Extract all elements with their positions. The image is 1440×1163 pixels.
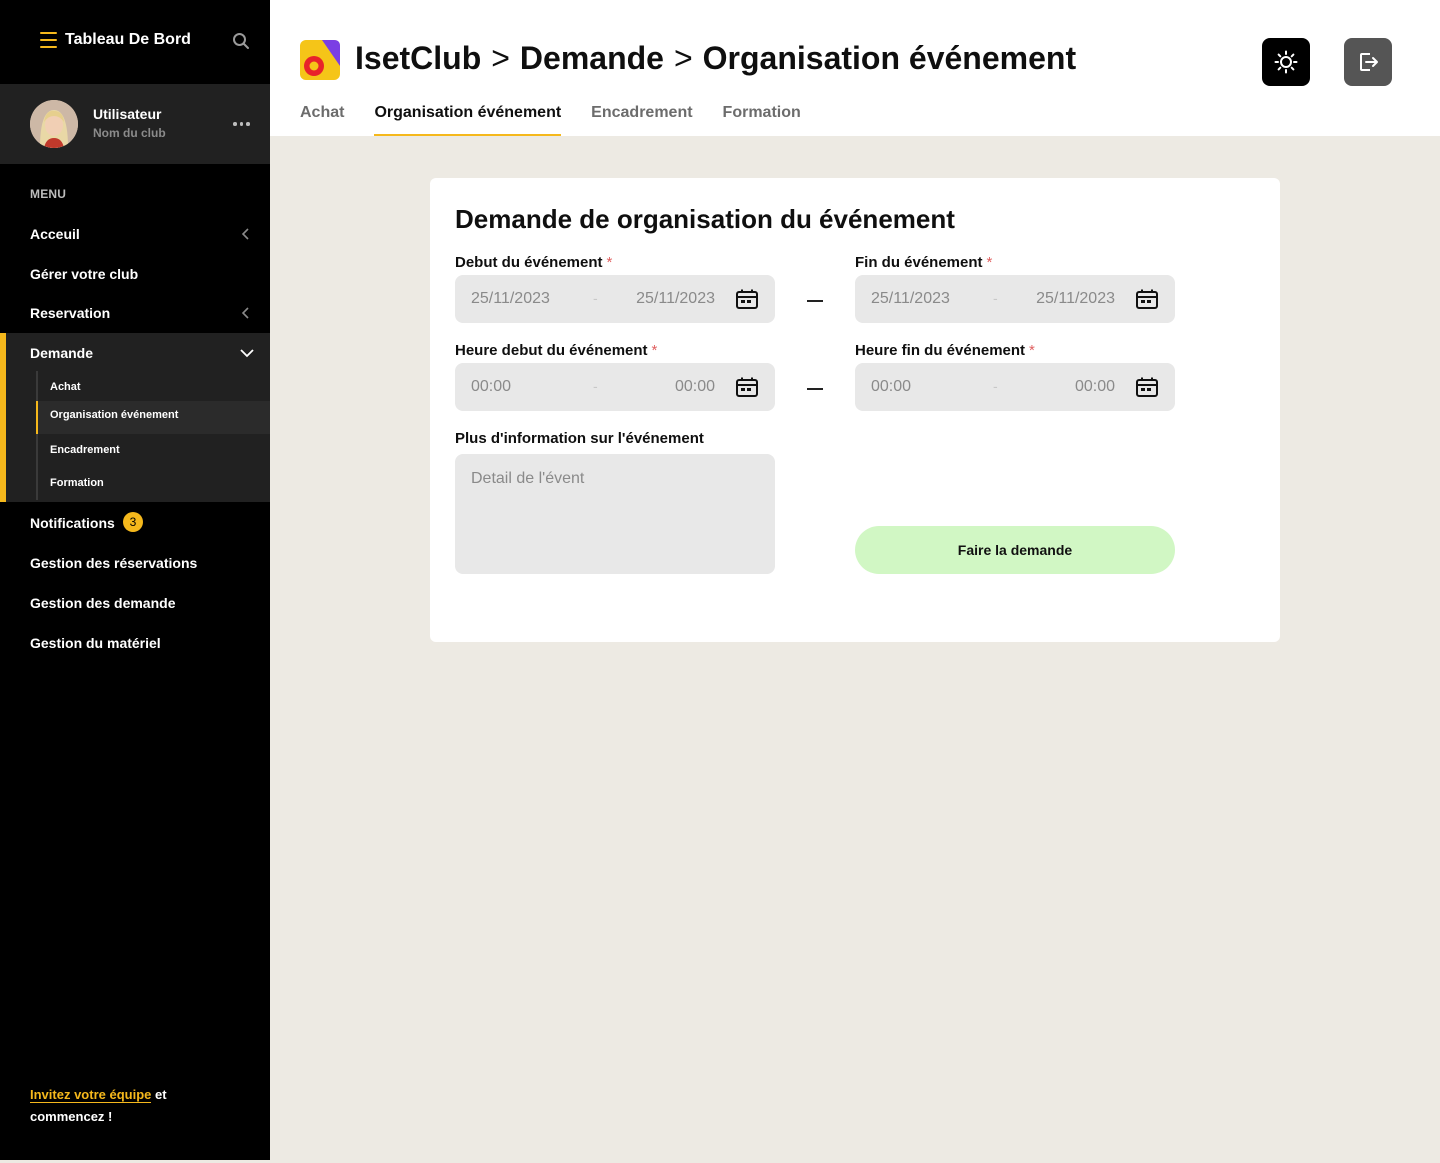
field-label-text: Fin du événement [855,254,983,271]
range-separator: - [593,378,598,394]
fin-label: Fin du événement * [855,254,992,271]
theme-toggle-button[interactable] [1262,38,1310,86]
sub-item-organisation-evenement[interactable]: Organisation événement [36,401,270,434]
app-logo-icon [300,40,340,80]
chevron-left-icon [241,307,249,319]
heure-fin-end[interactable]: 00:00 [1075,378,1115,396]
sidebar-item-gerer-club[interactable]: Gérer votre club [0,254,270,294]
hamburger-menu-icon[interactable] [40,32,57,48]
fin-date-range[interactable]: 25/11/2023 - 25/11/2023 [855,275,1175,323]
submit-request-button[interactable]: Faire la demande [855,526,1175,574]
notification-count-badge: 3 [123,512,143,532]
logout-icon [1360,53,1378,71]
info-textarea[interactable]: Detail de l'évent [455,454,775,574]
breadcrumb-separator: > [673,40,693,76]
sidebar-item-gestion-demande[interactable]: Gestion des demande [0,583,270,623]
required-mark: * [606,254,613,271]
sub-item-label: Formation [50,477,104,489]
debut-end-date[interactable]: 25/11/2023 [636,290,715,308]
tab-encadrement[interactable]: Encadrement [591,104,692,136]
breadcrumb-item[interactable]: IsetClub [355,40,481,76]
form-title: Demande de organisation du événement [455,204,955,234]
invite-team-link[interactable]: Invitez votre équipe [30,1087,152,1103]
breadcrumb-separator: > [491,40,510,76]
required-mark: * [651,342,658,359]
more-options-icon[interactable] [233,122,250,126]
calendar-icon[interactable] [736,377,758,397]
range-separator: - [993,378,998,394]
debut-label: Debut du événement * [455,254,612,271]
tab-achat[interactable]: Achat [300,104,344,136]
tab-organisation-evenement[interactable]: Organisation événement [374,104,561,136]
breadcrumb-item[interactable]: Demande [520,40,664,76]
invite-team-text: Invitez votre équipe et commencez ! [30,1084,230,1128]
sidebar: Tableau De Bord Utilisateur Nom du club … [0,0,270,1160]
sidebar-item-accueil[interactable]: Acceuil [0,214,270,254]
tab-formation[interactable]: Formation [723,104,801,136]
user-profile[interactable]: Utilisateur Nom du club [0,84,270,164]
sub-item-encadrement[interactable]: Encadrement [38,434,270,467]
user-name: Utilisateur [93,106,162,122]
heure-debut-label: Heure debut du événement * [455,342,657,359]
calendar-icon[interactable] [736,289,758,309]
sub-item-label: Encadrement [50,444,120,456]
required-mark: * [1029,342,1035,359]
sidebar-item-label: Gestion des demande [30,595,176,611]
sidebar-item-label: Reservation [30,305,111,321]
sidebar-item-label: Acceuil [30,226,80,242]
chevron-left-icon [241,228,249,240]
sidebar-item-demande-expanded: Demande Achat Organisation événement Enc… [0,333,270,502]
debut-date-range[interactable]: 25/11/2023 - 25/11/2023 [455,275,775,323]
heure-debut-range[interactable]: 00:00 - 00:00 [455,363,775,411]
fin-start-date[interactable]: 25/11/2023 [871,290,950,308]
sidebar-item-gestion-materiel[interactable]: Gestion du matériel [0,623,270,663]
field-label-text: Heure debut du événement [455,342,648,359]
logout-button[interactable] [1344,38,1392,86]
sidebar-item-demande[interactable]: Demande [30,345,93,361]
heure-fin-range[interactable]: 00:00 - 00:00 [855,363,1175,411]
sun-icon [1274,50,1298,74]
heure-debut-end[interactable]: 00:00 [675,378,715,396]
demande-submenu: Achat Organisation événement Encadrement… [36,371,270,500]
user-club: Nom du club [93,126,166,140]
required-mark: * [986,254,993,271]
sidebar-title: Tableau De Bord [65,31,191,48]
sidebar-item-notifications[interactable]: Notifications 3 [0,503,270,543]
heure-fin-label: Heure fin du événement * [855,342,1035,359]
range-separator: - [593,290,598,306]
range-dash-icon [807,300,823,302]
sub-item-label: Organisation événement [50,409,179,421]
info-label: Plus d'information sur l'événement [455,430,704,447]
heure-debut-start[interactable]: 00:00 [471,378,511,396]
demande-tabs: Achat Organisation événement Encadrement… [300,104,801,136]
sidebar-item-reservation[interactable]: Reservation [0,293,270,333]
field-label-text: Heure fin du événement [855,342,1026,359]
sub-item-formation[interactable]: Formation [38,467,270,500]
heure-fin-start[interactable]: 00:00 [871,378,911,396]
breadcrumb: IsetClub > Demande > Organisation événement [355,40,1076,77]
page-header: IsetClub > Demande > Organisation événement … [270,0,1440,136]
menu-label: MENU [30,187,67,201]
calendar-icon[interactable] [1136,289,1158,309]
range-dash-icon [807,388,823,390]
sidebar-header: Tableau De Bord [0,0,270,84]
sidebar-item-label: Gérer votre club [30,266,139,282]
sub-item-achat[interactable]: Achat [38,371,270,401]
avatar [30,100,78,148]
fin-end-date[interactable]: 25/11/2023 [1036,290,1115,308]
sub-item-label: Achat [50,381,81,393]
sidebar-item-label: Notifications [30,515,115,531]
range-separator: - [993,290,998,306]
calendar-icon[interactable] [1136,377,1158,397]
sidebar-item-label: Gestion du matériel [30,635,161,651]
sidebar-item-gestion-reservations[interactable]: Gestion des réservations [0,543,270,583]
sidebar-item-label: Gestion des réservations [30,555,198,571]
debut-start-date[interactable]: 25/11/2023 [471,290,550,308]
info-placeholder: Detail de l'évent [471,470,585,487]
field-label-text: Debut du événement [455,254,603,271]
breadcrumb-current: Organisation événement [702,40,1077,76]
search-icon[interactable] [232,32,250,50]
request-form-card: Demande de organisation du événement Deb… [430,178,1280,642]
chevron-down-icon[interactable] [240,347,254,359]
